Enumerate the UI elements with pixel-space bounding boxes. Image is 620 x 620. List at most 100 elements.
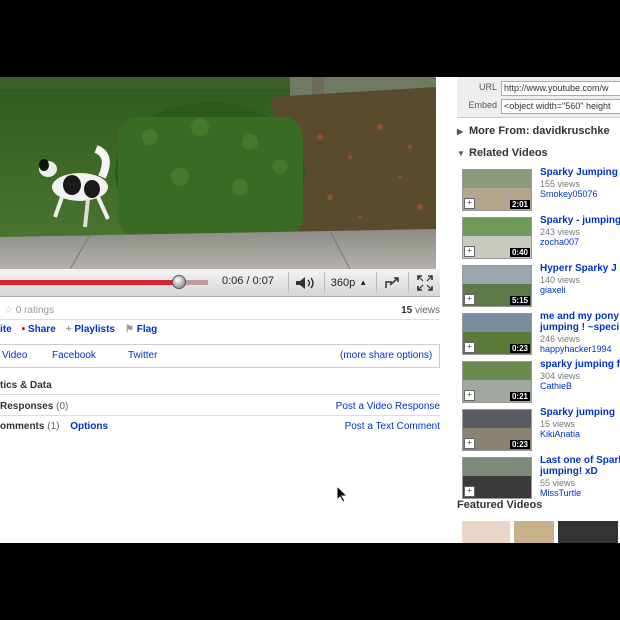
related-video-title[interactable]: Hyperr Sparky J bbox=[540, 263, 620, 274]
add-to-queue-icon[interactable]: + bbox=[464, 198, 475, 209]
video-thumbnail[interactable]: + bbox=[462, 457, 532, 499]
embed-label: Embed bbox=[468, 100, 497, 110]
embed-field[interactable]: <object width="560" height bbox=[501, 99, 620, 114]
more-share-options-link[interactable]: (more share options) bbox=[340, 350, 432, 361]
related-video-user[interactable]: happyhacker1994 bbox=[540, 344, 612, 354]
related-video-user[interactable]: CathieB bbox=[540, 381, 572, 391]
related-videos-header[interactable]: ▼ Related Videos bbox=[457, 147, 548, 159]
add-to-queue-icon[interactable]: + bbox=[464, 390, 475, 401]
related-video-title[interactable]: jumping ! ~speci bbox=[540, 322, 620, 333]
featured-thumbnail[interactable] bbox=[462, 521, 510, 543]
video-thumbnail[interactable]: +0:23 bbox=[462, 313, 532, 355]
share-options-box: Video Facebook Twitter (more share optio… bbox=[0, 344, 440, 368]
related-video-views: 304 views bbox=[540, 371, 581, 381]
video-duration: 0:23 bbox=[509, 344, 530, 353]
share-label: Share bbox=[27, 324, 56, 335]
share-link[interactable]: • Share bbox=[22, 324, 56, 335]
related-video-user[interactable]: MissTurtle bbox=[540, 488, 581, 498]
video-thumbnail[interactable]: +0:23 bbox=[462, 409, 532, 451]
plus-icon: + bbox=[65, 324, 72, 335]
add-to-queue-icon[interactable]: + bbox=[464, 438, 475, 449]
statistics-section[interactable]: tics & Data bbox=[0, 380, 52, 391]
related-video-views: 15 views bbox=[540, 419, 576, 429]
related-video-title[interactable]: Last one of Spark bbox=[540, 455, 620, 466]
action-bar: ite • Share + Playlists ⚑ Flag bbox=[0, 324, 157, 335]
responses-count: (0) bbox=[56, 401, 69, 412]
related-video-item[interactable]: +0:23 Sparky jumping 15 views KikiAnatia bbox=[462, 407, 620, 453]
share-video-link[interactable]: Video bbox=[2, 350, 27, 361]
add-to-queue-icon[interactable]: + bbox=[464, 294, 475, 305]
video-thumbnail[interactable]: +0:40 bbox=[462, 217, 532, 259]
featured-thumbnail[interactable] bbox=[558, 521, 618, 543]
related-video-title[interactable]: me and my pony bbox=[540, 311, 620, 322]
embed-box: URL http://www.youtube.com/w Embed <obje… bbox=[457, 77, 620, 118]
browser-content: 0:06 / 0:07 360p ▲ ☆ 0 ratings 15 views … bbox=[0, 77, 620, 543]
url-field[interactable]: http://www.youtube.com/w bbox=[501, 81, 620, 96]
progress-fill bbox=[0, 280, 179, 285]
divider bbox=[0, 394, 440, 395]
sidebar: URL http://www.youtube.com/w Embed <obje… bbox=[445, 77, 620, 543]
related-video-user[interactable]: KikiAnatia bbox=[540, 429, 580, 439]
featured-thumbnails bbox=[462, 521, 620, 543]
more-from-header[interactable]: ▶ More From: davidkruschke bbox=[457, 125, 610, 137]
share-twitter-link[interactable]: Twitter bbox=[128, 350, 157, 361]
post-text-comment-link[interactable]: Post a Text Comment bbox=[345, 421, 440, 432]
quality-label: 360p bbox=[330, 276, 356, 289]
responses-section[interactable]: Responses (0) bbox=[0, 401, 68, 412]
related-video-item[interactable]: +2:01 Sparky Jumping 155 views Smokey05076 bbox=[462, 167, 620, 213]
related-video-item[interactable]: +0:21 sparky jumping fr 304 views CathieB bbox=[462, 359, 620, 405]
related-video-user[interactable]: giaxeli bbox=[540, 285, 566, 295]
video-player-frame[interactable] bbox=[0, 77, 436, 269]
ratings-count: ☆ 0 ratings bbox=[4, 305, 54, 316]
divider bbox=[0, 415, 440, 416]
fullscreen-icon bbox=[417, 274, 433, 291]
related-video-title[interactable]: sparky jumping fr bbox=[540, 359, 620, 370]
video-thumbnail[interactable]: +5:15 bbox=[462, 265, 532, 307]
video-duration: 0:40 bbox=[509, 248, 530, 257]
related-video-title[interactable]: Sparky - jumping bbox=[540, 215, 620, 226]
popout-button[interactable] bbox=[376, 272, 407, 293]
responses-label: Responses bbox=[0, 401, 54, 412]
related-video-views: 246 views bbox=[540, 334, 581, 344]
url-label: URL bbox=[478, 82, 497, 92]
favorite-link[interactable]: ite bbox=[0, 324, 12, 335]
mouse-cursor-icon bbox=[336, 485, 348, 503]
related-video-title[interactable]: Sparky jumping bbox=[540, 407, 620, 418]
comments-section[interactable]: omments (1) Options bbox=[0, 421, 108, 432]
share-icon: • bbox=[21, 324, 26, 335]
related-video-item[interactable]: +0:23 me and my pony jumping ! ~speci 246 v… bbox=[462, 311, 620, 357]
add-to-queue-icon[interactable]: + bbox=[464, 246, 475, 257]
flag-link[interactable]: ⚑ Flag bbox=[125, 324, 157, 335]
related-videos-label: Related Videos bbox=[469, 147, 548, 159]
progress-bar[interactable] bbox=[0, 275, 208, 289]
triangle-right-icon: ▶ bbox=[457, 127, 464, 136]
related-video-title[interactable]: Sparky Jumping bbox=[540, 167, 620, 178]
featured-thumbnail[interactable] bbox=[514, 521, 554, 543]
scrub-handle[interactable] bbox=[171, 275, 186, 289]
star-icon: ☆ bbox=[4, 305, 13, 316]
related-video-user[interactable]: zocha007 bbox=[540, 237, 579, 247]
comment-options-link[interactable]: Options bbox=[70, 421, 108, 432]
related-video-item[interactable]: +5:15 Hyperr Sparky J 140 views giaxeli bbox=[462, 263, 620, 309]
statistics-label: tics & Data bbox=[0, 380, 52, 391]
video-thumbnail[interactable]: +2:01 bbox=[462, 169, 532, 211]
related-video-title[interactable]: jumping! xD bbox=[540, 466, 620, 477]
video-duration: 5:15 bbox=[509, 296, 530, 305]
related-video-item[interactable]: + Last one of Spark jumping! xD 55 views Mis… bbox=[462, 455, 620, 501]
add-to-queue-icon[interactable]: + bbox=[464, 342, 475, 353]
share-facebook-link[interactable]: Facebook bbox=[52, 350, 96, 361]
fullscreen-button[interactable] bbox=[408, 272, 441, 293]
related-video-item[interactable]: +0:40 Sparky - jumping 243 views zocha007 bbox=[462, 215, 620, 261]
ratings-label: 0 ratings bbox=[15, 305, 55, 316]
popout-icon bbox=[385, 276, 399, 288]
post-video-response-link[interactable]: Post a Video Response bbox=[336, 401, 440, 412]
quality-button[interactable]: 360p ▲ bbox=[324, 272, 373, 293]
related-video-views: 155 views bbox=[540, 179, 581, 189]
flag-label: Flag bbox=[136, 324, 158, 335]
related-video-user[interactable]: Smokey05076 bbox=[540, 189, 598, 199]
add-to-queue-icon[interactable]: + bbox=[464, 486, 475, 497]
volume-button[interactable] bbox=[288, 272, 323, 293]
playlists-link[interactable]: + Playlists bbox=[66, 324, 115, 335]
time-display: 0:06 / 0:07 bbox=[222, 275, 274, 287]
video-thumbnail[interactable]: +0:21 bbox=[462, 361, 532, 403]
